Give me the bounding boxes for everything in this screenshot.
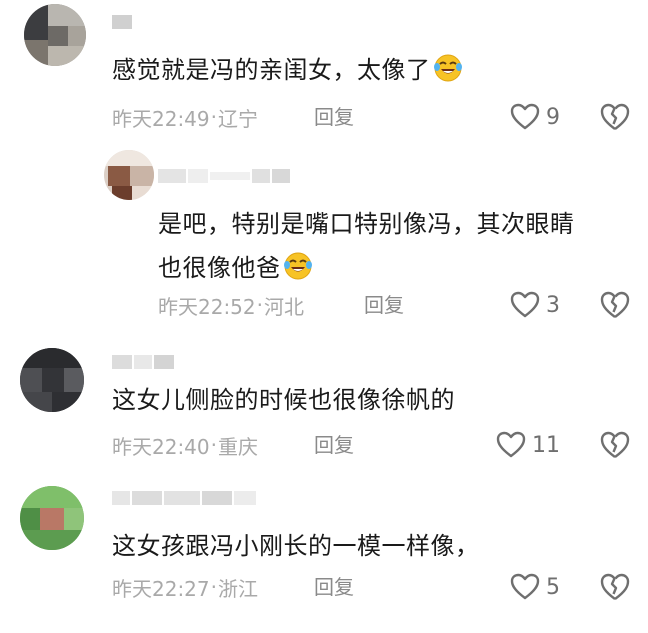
like-button[interactable]: 11: [496, 430, 560, 460]
comment-time: 昨天22:27: [112, 576, 210, 601]
comment-text: 这女儿侧脸的时候也很像徐帆的: [112, 378, 455, 422]
reply-button[interactable]: 回复: [314, 102, 354, 132]
comment-text-line-1: 是吧，特别是嘴口特别像冯，其次眼睛: [158, 210, 575, 238]
reply-button[interactable]: 回复: [314, 430, 354, 460]
comment-text-line-2: 也很像他爸: [158, 246, 575, 290]
separator: ·: [256, 293, 263, 317]
dislike-button[interactable]: [600, 290, 630, 320]
separator: ·: [210, 433, 217, 457]
comment-meta: 昨天22:27 · 浙江: [112, 572, 258, 602]
comment-time: 昨天22:40: [112, 434, 210, 459]
laughing-tears-emoji: [283, 251, 313, 281]
heart-outline-icon: [510, 573, 540, 600]
comment-text-body: 这女儿侧脸的时候也很像徐帆的: [112, 386, 455, 414]
comment-text: 这女孩跟冯小刚长的一模一样像，: [112, 524, 480, 568]
comment-location: 重庆: [218, 434, 258, 459]
avatar[interactable]: [20, 348, 84, 412]
avatar[interactable]: [24, 4, 86, 66]
like-button[interactable]: 5: [510, 572, 560, 602]
comment-location: 辽宁: [218, 106, 258, 131]
comment-text-body: 感觉就是冯的亲闺女，太像了: [112, 56, 431, 84]
blurred-username[interactable]: [158, 166, 290, 186]
comment-meta: 昨天22:40 · 重庆: [112, 430, 258, 460]
comment-4: 这女孩跟冯小刚长的一模一样像， 昨天22:27 · 浙江 回复 5: [0, 480, 648, 633]
heart-outline-icon: [496, 431, 526, 458]
like-button[interactable]: 9: [510, 102, 560, 132]
dislike-button[interactable]: [600, 102, 630, 132]
broken-heart-icon: [600, 291, 630, 318]
comment-2-reply: 是吧，特别是嘴口特别像冯，其次眼睛 也很像他爸 昨天22:52 · 河北 回复 …: [0, 140, 648, 340]
like-count: 3: [546, 292, 560, 318]
comment-location: 河北: [264, 294, 304, 319]
blurred-username[interactable]: [112, 488, 256, 508]
blurred-username[interactable]: [112, 12, 132, 32]
comment-text-body: 也很像他爸: [158, 254, 281, 282]
blurred-username[interactable]: [112, 352, 174, 372]
comment-meta: 昨天22:52 · 河北: [158, 290, 304, 320]
reply-button[interactable]: 回复: [364, 290, 404, 320]
dislike-button[interactable]: [600, 572, 630, 602]
like-count: 9: [546, 104, 560, 130]
broken-heart-icon: [600, 103, 630, 130]
comment-time: 昨天22:49: [112, 106, 210, 131]
broken-heart-icon: [600, 573, 630, 600]
avatar[interactable]: [20, 486, 84, 550]
broken-heart-icon: [600, 431, 630, 458]
comment-location: 浙江: [218, 576, 258, 601]
separator: ·: [210, 105, 217, 129]
comment-1: 感觉就是冯的亲闺女，太像了 昨天22:49 · 辽宁 回复 9: [0, 0, 648, 140]
separator: ·: [210, 575, 217, 599]
avatar[interactable]: [104, 150, 154, 200]
comment-text: 是吧，特别是嘴口特别像冯，其次眼睛 也很像他爸: [158, 202, 575, 290]
reply-button[interactable]: 回复: [314, 572, 354, 602]
comment-text: 感觉就是冯的亲闺女，太像了: [112, 48, 463, 92]
comment-meta: 昨天22:49 · 辽宁: [112, 102, 258, 132]
like-count: 11: [532, 432, 560, 458]
comment-time: 昨天22:52: [158, 294, 256, 319]
laughing-tears-emoji: [433, 53, 463, 83]
like-button[interactable]: 3: [510, 290, 560, 320]
comment-text-body: 这女孩跟冯小刚长的一模一样像，: [112, 532, 480, 560]
comment-3: 这女儿侧脸的时候也很像徐帆的 昨天22:40 · 重庆 回复 11: [0, 340, 648, 480]
dislike-button[interactable]: [600, 430, 630, 460]
like-count: 5: [546, 574, 560, 600]
heart-outline-icon: [510, 103, 540, 130]
heart-outline-icon: [510, 291, 540, 318]
